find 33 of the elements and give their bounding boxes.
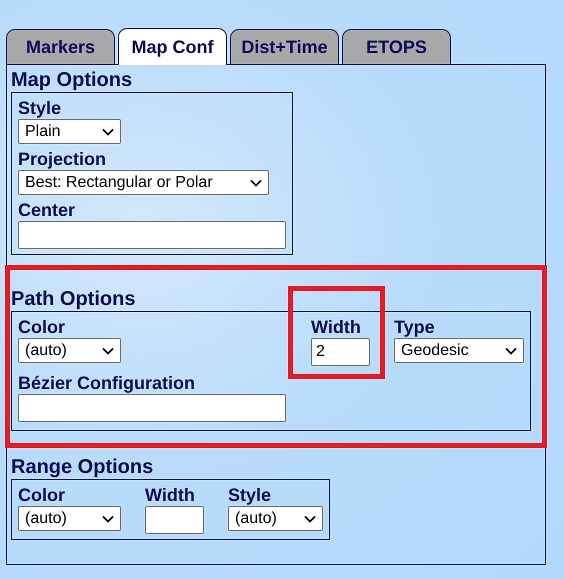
chevron-down-icon	[102, 514, 114, 522]
dropdown[interactable]: Geodesic	[394, 338, 524, 363]
field-label: Bézier Configuration	[18, 372, 196, 394]
field-label: Width	[311, 316, 361, 338]
input-field[interactable]	[145, 506, 204, 534]
section-title: Map Options	[11, 68, 132, 92]
tab[interactable]: ETOPS	[342, 29, 451, 64]
chevron-down-icon	[304, 514, 316, 522]
chevron-down-icon	[102, 128, 114, 136]
chevron-down-icon	[102, 346, 114, 354]
dropdown[interactable]: Best: Rectangular or Polar	[18, 170, 269, 195]
section-title: Range Options	[11, 455, 154, 479]
field-label: Type	[394, 316, 435, 338]
field-label: Width	[145, 484, 195, 506]
input-field[interactable]: 2	[311, 338, 370, 366]
tab[interactable]: Map Conf	[118, 28, 227, 65]
dropdown[interactable]: (auto)	[18, 506, 121, 531]
chevron-down-icon	[505, 346, 517, 354]
field-label: Projection	[18, 148, 106, 170]
tab[interactable]: Dist+Time	[230, 29, 339, 64]
input-field[interactable]	[18, 394, 286, 422]
tab[interactable]: Markers	[6, 29, 115, 64]
field-label: Center	[18, 199, 76, 221]
dropdown[interactable]: (auto)	[228, 506, 323, 531]
input-field[interactable]	[18, 221, 286, 249]
field-label: Style	[228, 484, 272, 506]
dropdown[interactable]: (auto)	[18, 338, 121, 363]
section-title: Path Options	[11, 287, 136, 311]
field-label: Style	[18, 97, 62, 119]
dropdown[interactable]: Plain	[18, 119, 121, 144]
field-label: Color	[18, 484, 65, 506]
chevron-down-icon	[250, 178, 262, 186]
field-label: Color	[18, 316, 65, 338]
